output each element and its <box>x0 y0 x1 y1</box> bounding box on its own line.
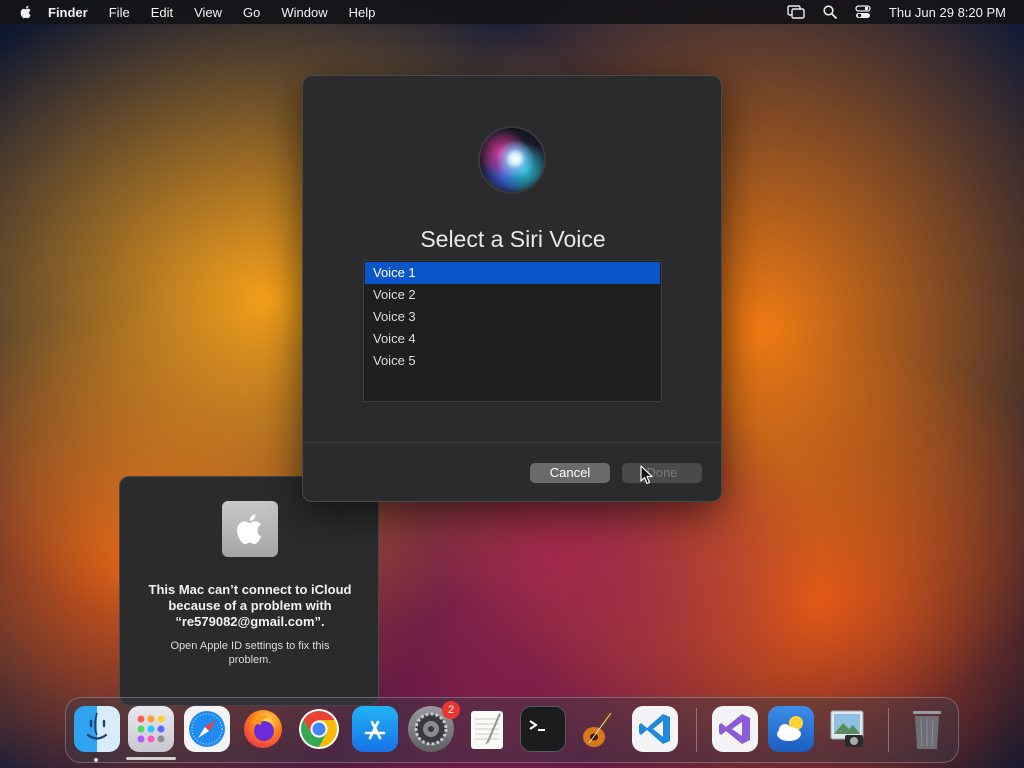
garageband-icon[interactable] <box>576 706 622 752</box>
firefox-icon[interactable] <box>240 706 286 752</box>
icloud-error-title: This Mac can’t connect to iCloud because… <box>148 582 352 629</box>
voice-item-2[interactable]: Voice 2 <box>365 284 660 306</box>
menu-edit[interactable]: Edit <box>151 5 173 20</box>
launchpad-icon[interactable] <box>128 706 174 752</box>
done-button[interactable]: Done <box>622 463 702 483</box>
trash-icon[interactable] <box>904 706 950 752</box>
visual-studio-icon[interactable] <box>712 706 758 752</box>
cancel-button[interactable]: Cancel <box>530 463 610 483</box>
safari-icon[interactable] <box>184 706 230 752</box>
menu-help[interactable]: Help <box>349 5 376 20</box>
menu-view[interactable]: View <box>194 5 222 20</box>
voice-item-4[interactable]: Voice 4 <box>365 328 660 350</box>
dialog-title: Select a Siri Voice <box>420 226 606 252</box>
dock-separator <box>888 708 889 752</box>
menu-clock[interactable]: Thu Jun 29 8:20 PM <box>889 5 1006 20</box>
settings-badge: 2 <box>442 701 460 719</box>
menu-go[interactable]: Go <box>243 5 260 20</box>
textedit-icon[interactable] <box>464 706 510 752</box>
siri-voice-dialog: Select a Siri Voice Voice 1 Voice 2 Voic… <box>302 75 722 502</box>
apple-logo-icon <box>222 501 278 557</box>
voice-item-5[interactable]: Voice 5 <box>365 350 660 372</box>
spotlight-search-icon[interactable] <box>823 5 837 19</box>
app-store-icon[interactable] <box>352 706 398 752</box>
vscode-icon[interactable] <box>632 706 678 752</box>
icloud-error-body: Open Apple ID settings to fix this probl… <box>170 640 330 666</box>
dock-scroll-indicator <box>126 757 176 760</box>
finder-running-indicator <box>94 758 98 762</box>
menu-bar: Finder File Edit View Go Window Help Thu… <box>0 0 1024 24</box>
chrome-icon[interactable] <box>296 706 342 752</box>
voice-item-1[interactable]: Voice 1 <box>365 262 660 284</box>
apple-menu-icon[interactable] <box>18 4 34 20</box>
finder-icon[interactable] <box>74 706 120 752</box>
menu-app-name[interactable]: Finder <box>48 5 88 20</box>
preview-icon[interactable] <box>824 706 870 752</box>
mouse-pointer-icon <box>640 465 653 485</box>
weather-icon[interactable] <box>768 706 814 752</box>
screen-mirroring-icon[interactable] <box>787 5 805 19</box>
control-center-icon[interactable] <box>855 5 871 19</box>
menu-window[interactable]: Window <box>281 5 327 20</box>
voice-list[interactable]: Voice 1 Voice 2 Voice 3 Voice 4 Voice 5 <box>363 260 662 402</box>
terminal-icon[interactable] <box>520 706 566 752</box>
menu-file[interactable]: File <box>109 5 130 20</box>
voice-item-3[interactable]: Voice 3 <box>365 306 660 328</box>
dock: 2 <box>65 697 959 763</box>
icloud-error-panel[interactable]: This Mac can’t connect to iCloud because… <box>119 476 379 706</box>
dialog-divider <box>303 442 721 443</box>
siri-icon <box>480 128 544 192</box>
dock-separator <box>696 708 697 752</box>
